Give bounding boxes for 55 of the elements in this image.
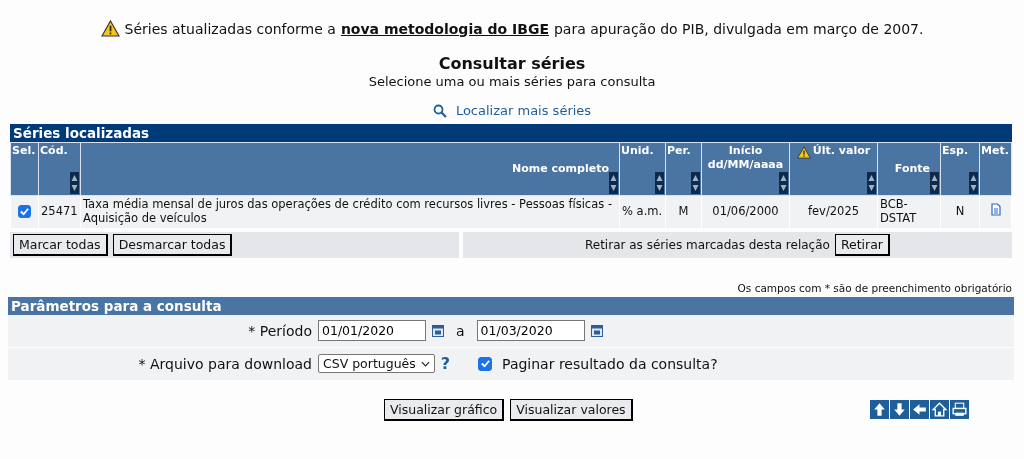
paginate-checkbox[interactable] (478, 356, 493, 371)
remove-label: Retirar as séries marcadas desta relação (585, 237, 830, 252)
methodology-link[interactable]: nova metodologia do IBGE (340, 20, 549, 37)
table-action-button[interactable]: Marcar todas (13, 233, 108, 256)
date-separator: a (456, 322, 465, 339)
chevron-down-icon (420, 360, 430, 367)
table-cell: BCB-DSTAT (877, 195, 941, 229)
remove-button[interactable]: Retirar (834, 233, 890, 256)
column-header: Cód. (38, 142, 81, 196)
column-header: Início dd/MM/aaaa (701, 142, 790, 196)
period-label: * Período (247, 322, 313, 339)
sort-icon[interactable] (969, 172, 978, 194)
column-header: Nome completo (80, 142, 620, 196)
print-icon[interactable] (950, 400, 969, 420)
sort-icon[interactable] (609, 172, 618, 194)
column-header: Últ. valor (789, 142, 878, 196)
calendar-icon[interactable] (432, 324, 444, 337)
table-cell: 01/06/2000 (701, 195, 790, 229)
page-title: Consultar séries (438, 54, 586, 73)
find-series-link[interactable]: Localizar mais séries (455, 103, 592, 118)
column-header: Esp. (940, 142, 980, 196)
row-checkbox[interactable] (18, 204, 31, 218)
date-field[interactable]: 01/03/2020 (476, 320, 585, 342)
required-note: Os campos com * são de preenchimento obrigatório (736, 281, 1012, 294)
paginate-label: Paginar resultado da consulta? (502, 355, 718, 372)
column-header: Fonte (877, 142, 941, 196)
column-header: Met. (979, 142, 1012, 196)
table-action-button[interactable]: Desmarcar todas (112, 233, 233, 256)
document-icon[interactable] (990, 203, 1001, 217)
home-icon[interactable] (930, 400, 949, 420)
search-icon (432, 103, 447, 118)
date-field[interactable]: 01/01/2020 (318, 320, 426, 342)
view-button[interactable]: Visualizar gráfico (384, 398, 505, 421)
sort-icon[interactable] (70, 172, 79, 194)
sort-icon[interactable] (930, 172, 939, 194)
notice-text: Séries atualizadas conforme a nova metodologia do IBGE para apuração do PIB, divulgada em março de 2007. (100, 20, 924, 37)
table-cell: % a.m. (619, 195, 666, 229)
section-caption: Parâmetros para a consulta (8, 296, 1014, 315)
table-cell: fev/2025 (789, 195, 878, 229)
column-header: Unid. (619, 142, 666, 196)
column-header: Per. (665, 142, 702, 196)
format-dropdown[interactable]: CSV português (318, 354, 435, 374)
sort-icon[interactable] (867, 172, 876, 194)
table-cell: Taxa média mensal de juros das operações de crédito com recursos livres - Pessoas físicas - Aquisição de veículos (80, 195, 620, 229)
calendar-icon[interactable] (590, 324, 603, 337)
column-header: Sel. (10, 142, 39, 196)
view-button[interactable]: Visualizar valores (510, 398, 633, 421)
sort-icon[interactable] (691, 172, 700, 194)
sort-icon[interactable] (655, 172, 664, 194)
page-subtitle: Selecione uma ou mais séries para consulta (368, 74, 656, 89)
warning-icon (100, 20, 120, 37)
help-link[interactable]: ? (440, 354, 451, 374)
table-caption: Séries localizadas (10, 124, 1012, 142)
file-label: * Arquivo para download (137, 355, 313, 372)
sort-icon[interactable] (779, 172, 788, 194)
